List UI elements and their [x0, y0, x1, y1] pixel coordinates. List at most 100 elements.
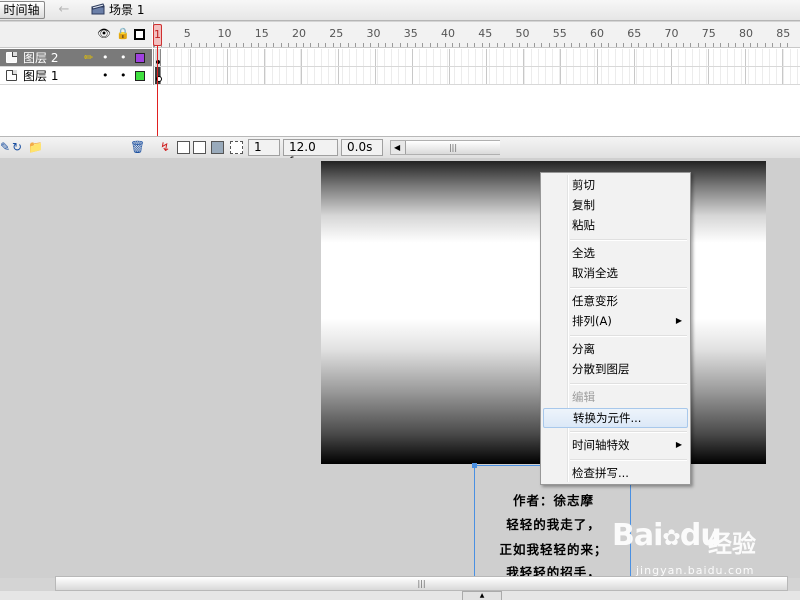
- layer-color-swatch[interactable]: [135, 53, 145, 63]
- playhead[interactable]: 1: [153, 24, 162, 46]
- frames-grid[interactable]: [153, 49, 800, 85]
- menu-item-arrange[interactable]: 排列(A) ▶: [543, 311, 688, 331]
- menu-separator: [570, 431, 687, 433]
- scrollbar-thumb[interactable]: |||: [56, 577, 787, 590]
- modify-markers-icon[interactable]: [230, 141, 243, 154]
- menu-item-cut[interactable]: 剪切: [543, 175, 688, 195]
- ruler-tick: [198, 43, 200, 47]
- ruler-tick: [750, 43, 751, 47]
- frame-ruler[interactable]: 5 10 15 20 25 30 35 40 45 50 55 60 65 70 75 80 85: [153, 22, 800, 48]
- visibility-dot[interactable]: •: [102, 68, 109, 84]
- menu-item-free-transform[interactable]: 任意变形: [543, 291, 688, 311]
- ruler-number: 40: [441, 27, 456, 40]
- layer-row-1[interactable]: 图层 1 • •: [0, 67, 152, 85]
- frame-row[interactable]: [154, 49, 800, 67]
- ruler-tick: [191, 43, 193, 47]
- menu-item-deselect-all[interactable]: 取消全选: [543, 263, 688, 283]
- menu-item-paste[interactable]: 粘贴: [543, 215, 688, 235]
- ruler-number: 75: [701, 27, 716, 40]
- menu-item-label: 分散到图层: [572, 362, 630, 376]
- visibility-dot[interactable]: •: [102, 50, 109, 66]
- motion-guide-icon[interactable]: ↻: [12, 140, 22, 154]
- menu-item-label: 检查拼写...: [572, 466, 629, 480]
- ruler-tick: [392, 43, 394, 47]
- menu-item-label: 时间轴特效: [572, 438, 630, 452]
- layer-icon: [6, 70, 17, 81]
- menu-item-break-apart[interactable]: 分离: [543, 339, 688, 359]
- ruler-tick: [265, 43, 267, 47]
- ruler-tick: [764, 43, 766, 47]
- lock-dot[interactable]: •: [120, 50, 127, 66]
- trash-icon[interactable]: 🗑: [130, 140, 145, 154]
- layer-row-2[interactable]: 图层 2 ✏ • •: [0, 49, 152, 67]
- ruler-number: 20: [292, 27, 307, 40]
- ruler-tick: [295, 43, 297, 47]
- menu-separator: [570, 383, 687, 385]
- panel-collapse-button[interactable]: ▲: [462, 591, 502, 600]
- ruler-number: 15: [254, 27, 269, 40]
- ruler-tick: [370, 43, 372, 47]
- ruler-tick: [623, 43, 625, 47]
- ruler-tick: [474, 43, 476, 47]
- ruler-tick: [735, 43, 737, 47]
- ruler-tick: [444, 43, 446, 47]
- outline-icon[interactable]: [134, 29, 145, 40]
- ruler-tick: [377, 43, 379, 47]
- ruler-tick: [697, 43, 699, 47]
- keyframe[interactable]: [155, 67, 162, 84]
- elapsed-time-field: 0.0s: [341, 139, 383, 156]
- insert-layer-icon[interactable]: ✎: [0, 140, 10, 154]
- ruler-tick: [168, 43, 170, 47]
- ruler-tick: [608, 43, 610, 47]
- ruler-tick: [519, 43, 521, 47]
- ruler-tick: [183, 43, 185, 47]
- menu-item-copy[interactable]: 复制: [543, 195, 688, 215]
- onion-outlines-icon[interactable]: [193, 141, 206, 154]
- layer-color-swatch[interactable]: [135, 71, 145, 81]
- current-frame-field: 1: [248, 139, 280, 156]
- center-frame-icon[interactable]: ↯: [160, 140, 170, 154]
- scroll-left-arrow-icon[interactable]: ◀: [394, 141, 400, 154]
- ruler-tick: [280, 43, 282, 47]
- onion-skin-icon[interactable]: [177, 141, 190, 154]
- edit-multiple-frames-icon[interactable]: [211, 141, 224, 154]
- ruler-number: 70: [664, 27, 679, 40]
- ruler-tick: [682, 43, 684, 47]
- lock-icon[interactable]: 🔒: [116, 28, 130, 40]
- selection-handle[interactable]: [472, 463, 477, 468]
- arrow-left-icon[interactable]: ←: [52, 2, 76, 18]
- ruler-tick: [742, 43, 744, 47]
- ruler-tick: [273, 43, 275, 47]
- ruler-tick: [779, 43, 781, 47]
- ruler-tick: [399, 43, 401, 47]
- menu-separator: [570, 335, 687, 337]
- menu-item-distribute-to-layers[interactable]: 分散到图层: [543, 359, 688, 379]
- timeline-horizontal-scrollbar[interactable]: ◀ |||: [390, 140, 500, 155]
- ruler-number: 55: [552, 27, 567, 40]
- menu-item-convert-to-symbol[interactable]: 转换为元件...: [543, 408, 688, 428]
- menu-item-check-spelling[interactable]: 检查拼写...: [543, 463, 688, 483]
- menu-item-label: 粘贴: [572, 218, 595, 232]
- menu-item-timeline-effects[interactable]: 时间轴特效 ▶: [543, 435, 688, 455]
- ruler-tick: [362, 43, 364, 47]
- scene-label[interactable]: 场景 1: [109, 2, 144, 18]
- frame-rate-field[interactable]: 12.0 fps: [283, 139, 338, 169]
- lock-dot[interactable]: •: [120, 68, 127, 84]
- insert-folder-icon[interactable]: 📁: [28, 140, 43, 154]
- timeline-panel: 👁 🔒 5 10 15 20 25 30 35 40 45 50 55 60 65 70 75 80 85 1 …: [0, 22, 800, 169]
- keyframe[interactable]: [155, 49, 161, 66]
- timeline-toggle-button[interactable]: 时间轴: [0, 1, 45, 19]
- menu-item-label: 排列(A): [572, 314, 612, 328]
- frame-row[interactable]: [154, 67, 800, 85]
- ruler-tick: [481, 43, 483, 47]
- scrollbar-thumb[interactable]: |||: [405, 141, 500, 154]
- eye-icon[interactable]: 👁: [97, 28, 111, 40]
- stage-horizontal-scrollbar[interactable]: |||: [55, 576, 788, 591]
- baidu-watermark: Bai✿du 经验 jingyan.baidu.com: [612, 512, 792, 582]
- ruler-tick: [414, 43, 416, 47]
- ruler-tick: [548, 43, 550, 47]
- ruler-tick: [757, 43, 759, 47]
- menu-item-select-all[interactable]: 全选: [543, 243, 688, 263]
- ruler-tick: [303, 43, 304, 47]
- ruler-tick: [720, 43, 722, 47]
